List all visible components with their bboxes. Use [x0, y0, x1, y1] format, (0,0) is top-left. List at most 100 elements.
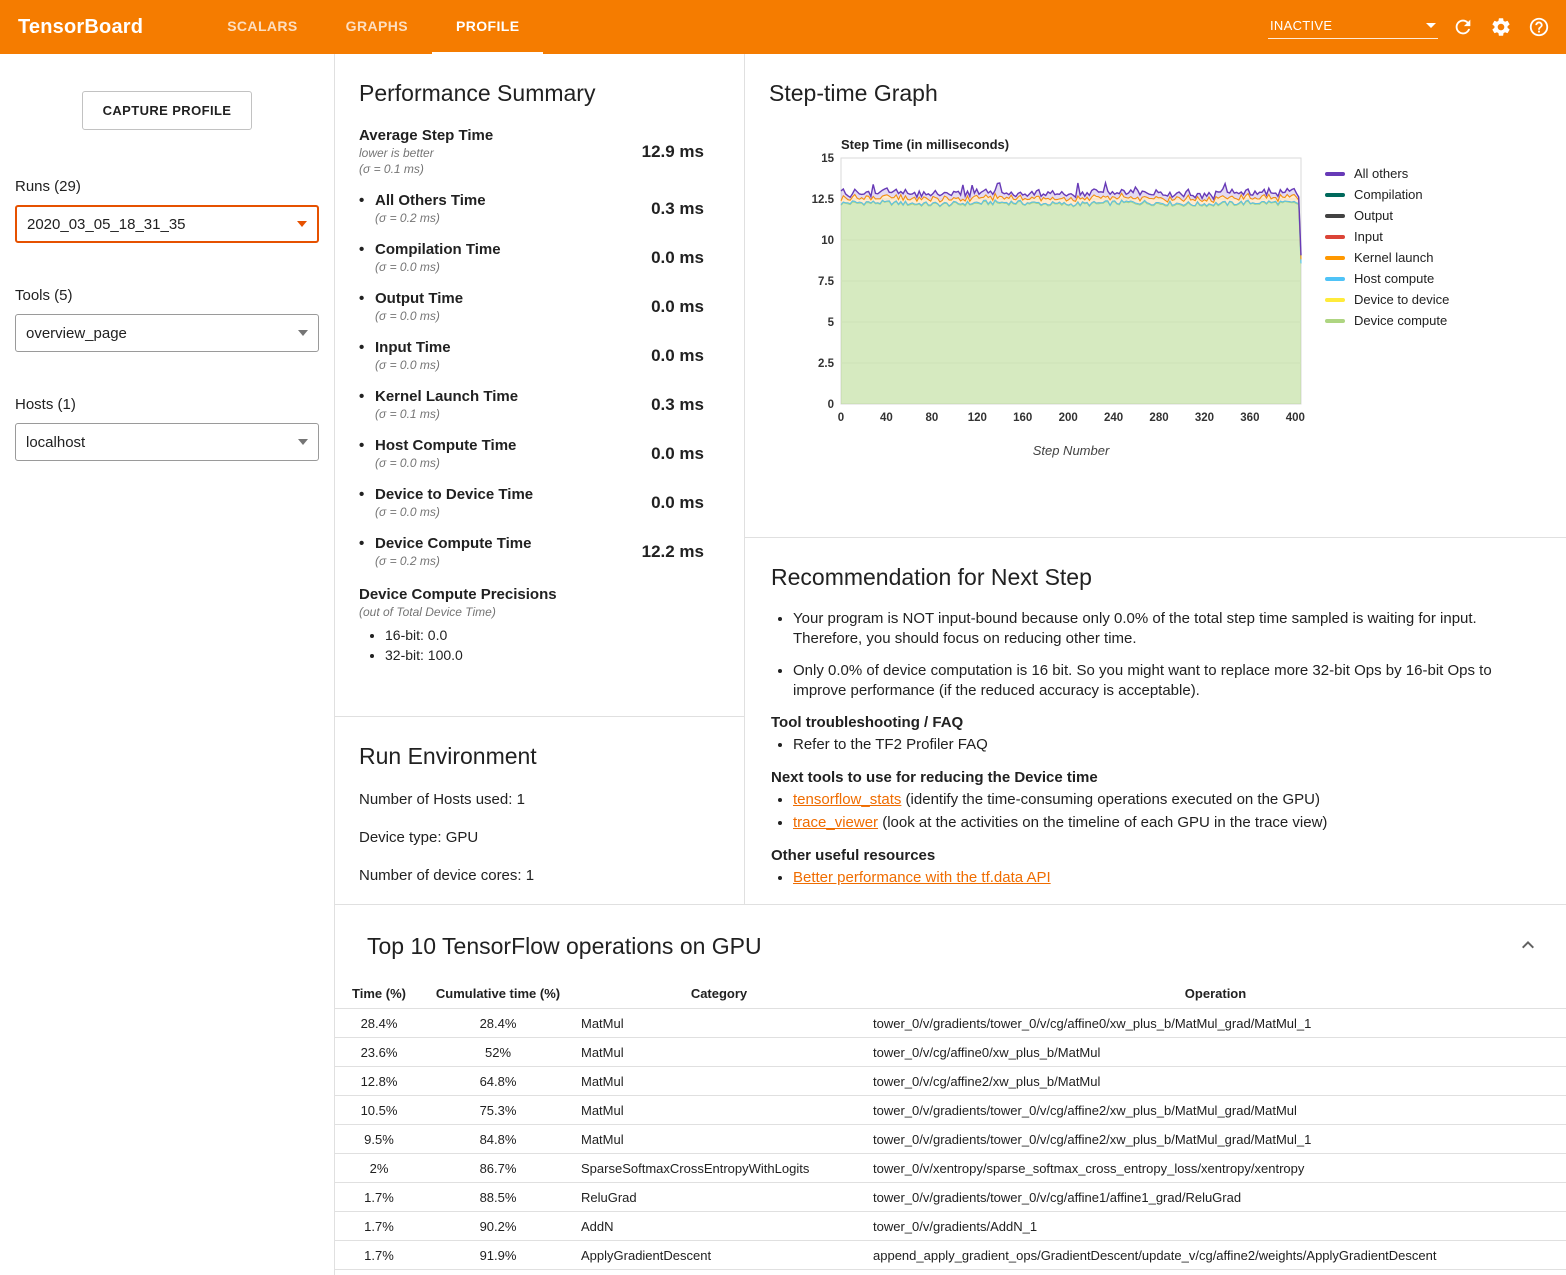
run-environment-line: Number of device cores: 1 — [359, 867, 720, 884]
topbar-actions: INACTIVE — [1268, 0, 1566, 54]
chart-block: Step Time (in milliseconds) 040801201602… — [795, 137, 1315, 458]
help-icon — [1528, 16, 1550, 38]
table-row: 1.7%91.9%ApplyGradientDescentappend_appl… — [335, 1241, 1566, 1270]
performance-item-sigma: (σ = 0.0 ms) — [359, 456, 516, 470]
run-environment-lines: Number of Hosts used: 1Device type: GPUN… — [359, 791, 720, 884]
legend-label: Host compute — [1354, 271, 1434, 286]
recommendation-bullets: Your program is NOT input-bound because … — [771, 609, 1540, 700]
legend-item: Device compute — [1325, 310, 1449, 331]
cell-operation: tower_0/v/xentropy/sparse_softmax_cross_… — [865, 1161, 1566, 1176]
performance-item-value: 12.2 ms — [642, 542, 720, 562]
faq-list: Refer to the TF2 Profiler FAQ — [771, 735, 1540, 755]
tab-graphs[interactable]: GRAPHS — [322, 0, 432, 54]
faq-item: Refer to the TF2 Profiler FAQ — [793, 735, 1540, 755]
performance-item: •All Others Time(σ = 0.2 ms)0.3 ms — [359, 192, 720, 225]
svg-text:7.5: 7.5 — [818, 276, 835, 288]
chart-x-axis-label: Step Number — [841, 443, 1301, 458]
cell-category: AddN — [573, 1219, 865, 1234]
legend-label: Input — [1354, 229, 1383, 244]
performance-item: •Device to Device Time(σ = 0.0 ms)0.0 ms — [359, 486, 720, 519]
top-ops-table: Time (%)Cumulative time (%)CategoryOpera… — [335, 978, 1566, 1270]
performance-item: •Kernel Launch Time(σ = 0.1 ms)0.3 ms — [359, 388, 720, 421]
svg-text:15: 15 — [821, 153, 834, 165]
performance-item: •Input Time(σ = 0.0 ms)0.0 ms — [359, 339, 720, 372]
svg-text:0: 0 — [828, 399, 834, 411]
topbar: TensorBoard SCALARS GRAPHS PROFILE INACT… — [0, 0, 1566, 54]
chevron-down-icon — [297, 221, 307, 227]
performance-summary-section: Performance Summary Average Step Time lo… — [335, 54, 744, 717]
legend-label: Kernel launch — [1354, 250, 1434, 265]
performance-item: •Compilation Time(σ = 0.0 ms)0.0 ms — [359, 241, 720, 274]
next-tool-item: tensorflow_stats (identify the time-cons… — [793, 790, 1540, 810]
performance-item-name: •Compilation Time — [359, 241, 501, 258]
chart-title: Step Time (in milliseconds) — [841, 137, 1315, 152]
resource-link[interactable]: Better performance with the tf.data API — [793, 869, 1051, 886]
average-step-time-name: Average Step Time — [359, 127, 493, 144]
legend-swatch — [1325, 298, 1345, 302]
runs-select[interactable]: 2020_03_05_18_31_35 — [15, 205, 319, 243]
app-title: TensorBoard — [0, 0, 155, 54]
performance-item-name: •Device Compute Time — [359, 535, 531, 552]
performance-item-value: 0.0 ms — [651, 493, 720, 513]
tab-profile[interactable]: PROFILE — [432, 0, 543, 54]
table-header-cell: Time (%) — [335, 986, 423, 1001]
device-compute-precisions: Device Compute Precisions (out of Total … — [359, 586, 720, 663]
chevron-down-icon — [298, 330, 308, 336]
help-button[interactable] — [1526, 14, 1552, 40]
hosts-label: Hosts (1) — [15, 396, 334, 413]
settings-button[interactable] — [1488, 14, 1514, 40]
next-tool-item: trace_viewer (look at the activities on … — [793, 813, 1540, 833]
average-step-time-sigma: (σ = 0.1 ms) — [359, 162, 493, 176]
table-row: 28.4%28.4%MatMultower_0/v/gradients/towe… — [335, 1009, 1566, 1038]
cell-time-percent: 9.5% — [335, 1132, 423, 1147]
page-content: CAPTURE PROFILE Runs (29) 2020_03_05_18_… — [0, 54, 1566, 1275]
collapse-section-button[interactable] — [1516, 933, 1540, 957]
legend-item: Kernel launch — [1325, 247, 1449, 268]
legend-swatch — [1325, 193, 1345, 197]
tool-link[interactable]: trace_viewer — [793, 814, 878, 831]
recommendation-bullet: Your program is NOT input-bound because … — [793, 609, 1540, 648]
tools-selected-value: overview_page — [26, 325, 127, 342]
cell-cumulative-percent: 52% — [423, 1045, 573, 1060]
cell-category: MatMul — [573, 1016, 865, 1031]
runs-label: Runs (29) — [15, 178, 334, 195]
cell-operation: tower_0/v/gradients/tower_0/v/cg/affine1… — [865, 1190, 1566, 1205]
svg-text:0: 0 — [838, 412, 844, 424]
cell-time-percent: 2% — [335, 1161, 423, 1176]
legend-item: Input — [1325, 226, 1449, 247]
other-resources-list: Better performance with the tf.data API — [771, 868, 1540, 888]
next-tools-list: tensorflow_stats (identify the time-cons… — [771, 790, 1540, 833]
performance-summary-title: Performance Summary — [359, 80, 720, 107]
recommendation-section: Recommendation for Next Step Your progra… — [745, 538, 1566, 904]
legend-item: Output — [1325, 205, 1449, 226]
cell-cumulative-percent: 88.5% — [423, 1190, 573, 1205]
cell-cumulative-percent: 64.8% — [423, 1074, 573, 1089]
cell-category: MatMul — [573, 1132, 865, 1147]
performance-item-name: •Input Time — [359, 339, 451, 356]
refresh-button[interactable] — [1450, 14, 1476, 40]
run-environment-title: Run Environment — [359, 743, 720, 770]
precision-item: 32-bit: 100.0 — [385, 647, 720, 663]
cell-category: MatMul — [573, 1045, 865, 1060]
tool-link[interactable]: tensorflow_stats — [793, 791, 901, 808]
hosts-selected-value: localhost — [26, 434, 85, 451]
average-step-time-row: Average Step Time lower is better (σ = 0… — [359, 127, 720, 176]
reload-status-dropdown[interactable]: INACTIVE — [1268, 15, 1438, 39]
performance-item-sigma: (σ = 0.2 ms) — [359, 554, 531, 568]
tab-scalars[interactable]: SCALARS — [203, 0, 321, 54]
run-environment-section: Run Environment Number of Hosts used: 1D… — [335, 717, 744, 904]
performance-item: •Device Compute Time (σ = 0.2 ms) 12.2 ms — [359, 535, 720, 568]
main-tabs: SCALARS GRAPHS PROFILE — [203, 0, 543, 54]
cell-cumulative-percent: 75.3% — [423, 1103, 573, 1118]
tools-select[interactable]: overview_page — [15, 314, 319, 352]
hosts-select[interactable]: localhost — [15, 423, 319, 461]
precisions-note: (out of Total Device Time) — [359, 605, 720, 619]
legend-label: All others — [1354, 166, 1408, 181]
svg-text:320: 320 — [1195, 412, 1214, 424]
capture-profile-button[interactable]: CAPTURE PROFILE — [82, 91, 253, 130]
svg-text:10: 10 — [821, 235, 834, 247]
bullet-icon: • — [359, 290, 375, 307]
table-header-row: Time (%)Cumulative time (%)CategoryOpera… — [335, 978, 1566, 1009]
performance-item-sigma: (σ = 0.2 ms) — [359, 211, 486, 225]
legend-swatch — [1325, 235, 1345, 239]
